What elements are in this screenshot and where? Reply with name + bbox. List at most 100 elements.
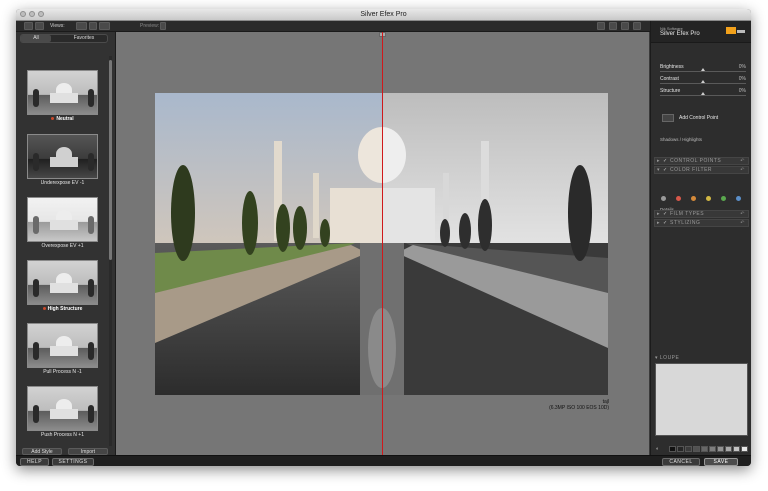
logo-mark-icon	[737, 30, 745, 33]
zone-4[interactable]	[701, 446, 708, 452]
reset-icon[interactable]: ↶	[740, 158, 745, 164]
shadows-highlights-label[interactable]: Shadows / Highlights	[660, 137, 702, 143]
slider-knob[interactable]	[701, 68, 705, 71]
section-control-points[interactable]: ▸ ✓ CONTROL POINTS ↶	[654, 157, 749, 165]
bottom-bar: HELP SETTINGS CANCEL SAVE	[16, 455, 751, 466]
preset-thumbnail	[27, 134, 98, 179]
presets-scrollbar[interactable]	[109, 56, 112, 446]
settings-button[interactable]: SETTINGS	[52, 458, 94, 466]
add-control-point-icon[interactable]	[662, 114, 674, 122]
cancel-button[interactable]: CANCEL	[662, 458, 700, 466]
preset-thumbnail	[27, 70, 98, 115]
preview-area[interactable]: tajl (6.3MP ISO 100 EOS 10D)	[116, 32, 649, 455]
filter-blue-button[interactable]	[736, 196, 741, 201]
toolbar: Views: Preview:	[16, 21, 751, 32]
presets-panel: All Favorites Neutral Underexpose EV -1 …	[16, 32, 116, 455]
split-line[interactable]	[382, 32, 383, 455]
import-button[interactable]: Import	[68, 448, 108, 455]
slider-value: 0%	[738, 88, 746, 94]
zone-1[interactable]	[677, 446, 684, 452]
app-window: Silver Efex Pro Views: Preview: All Favo…	[16, 9, 751, 466]
scrollbar-thumb[interactable]	[109, 60, 112, 260]
preset-label: Pull Process N -1	[43, 369, 82, 375]
preset-label: Underexpose EV -1	[40, 180, 85, 186]
zone-3[interactable]	[693, 446, 700, 452]
hand-tool-icon[interactable]	[597, 22, 605, 30]
zone-system-icon[interactable]: ◐	[655, 446, 662, 452]
reset-icon[interactable]: ↶	[740, 220, 745, 226]
structure-slider[interactable]: Structure 0%	[660, 88, 746, 101]
enable-checkmark-icon[interactable]: ✓	[663, 158, 668, 164]
preset-thumbnail	[27, 197, 98, 242]
preset-underexpose[interactable]: Underexpose EV -1	[27, 134, 98, 187]
nik-logo-icon	[726, 27, 736, 34]
add-style-button[interactable]: Add Style	[22, 448, 62, 455]
save-button[interactable]: SAVE	[704, 458, 738, 466]
zone-9[interactable]	[741, 446, 748, 452]
preset-thumbnail	[27, 323, 98, 368]
slider-knob[interactable]	[701, 80, 705, 83]
view-split-button[interactable]	[89, 22, 97, 30]
reset-icon[interactable]: ↶	[740, 167, 745, 173]
slider-track	[660, 71, 746, 72]
slider-value: 0%	[738, 76, 746, 82]
expand-triangle-icon: ▸	[657, 220, 661, 226]
collapse-triangle-icon: ▾	[657, 167, 661, 173]
enable-checkmark-icon[interactable]: ✓	[663, 220, 668, 226]
filter-green-button[interactable]	[721, 196, 726, 201]
brand-product: Silver Efex Pro	[660, 31, 700, 37]
preset-tabs: All Favorites	[20, 34, 108, 43]
expand-triangle-icon: ▸	[657, 158, 661, 164]
section-film-types[interactable]: ▸ ✓ FILM TYPES ↶	[654, 210, 749, 218]
slider-label: Structure	[660, 88, 681, 94]
loupe-view	[655, 363, 748, 436]
zoom-tool-icon[interactable]	[609, 22, 617, 30]
compare-icon[interactable]	[633, 22, 641, 30]
preset-label: Overexpose EV +1	[41, 243, 84, 249]
zone-8[interactable]	[733, 446, 740, 452]
section-stylizing[interactable]: ▸ ✓ STYLIZING ↶	[654, 219, 749, 227]
favorite-dot-icon	[51, 117, 55, 121]
zone-2[interactable]	[685, 446, 692, 452]
zone-7[interactable]	[725, 446, 732, 452]
tab-all[interactable]: All	[21, 35, 51, 42]
preset-pull-process[interactable]: Pull Process N -1	[27, 323, 98, 376]
filter-yellow-button[interactable]	[706, 196, 711, 201]
slider-track	[660, 95, 746, 96]
tab-favorites[interactable]: Favorites	[61, 35, 107, 42]
loupe-header[interactable]: ▾ LOUPE	[655, 355, 679, 361]
slider-knob[interactable]	[701, 92, 705, 95]
image-exif: (6.3MP ISO 100 EOS 10D)	[549, 405, 609, 411]
add-control-point-label[interactable]: Add Control Point	[679, 115, 718, 121]
zone-5[interactable]	[709, 446, 716, 452]
zone-6[interactable]	[717, 446, 724, 452]
preset-neutral[interactable]: Neutral	[27, 70, 98, 123]
section-color-filter[interactable]: ▾ ✓ COLOR FILTER ↶	[654, 166, 749, 174]
slider-track	[660, 83, 746, 84]
view-side-by-side-button[interactable]	[99, 22, 110, 30]
preview-checkbox[interactable]	[160, 22, 166, 30]
background-color-icon[interactable]	[621, 22, 629, 30]
reset-icon[interactable]: ↶	[740, 211, 745, 217]
adjustments-panel: Nik Software Silver Efex Pro Brightness …	[650, 21, 751, 455]
preset-push-process[interactable]: Push Process N +1	[27, 386, 98, 439]
help-button[interactable]: HELP	[20, 458, 49, 466]
filter-orange-button[interactable]	[691, 196, 696, 201]
image-info: tajl (6.3MP ISO 100 EOS 10D)	[549, 399, 609, 411]
preset-overexpose[interactable]: Overexpose EV +1	[27, 197, 98, 250]
zone-0[interactable]	[669, 446, 676, 452]
favorite-dot-icon	[42, 307, 46, 311]
thumbnail-view-icon[interactable]	[35, 22, 44, 30]
preset-label: Push Process N +1	[41, 432, 84, 438]
title-bar: Silver Efex Pro	[16, 9, 751, 21]
enable-checkmark-icon[interactable]: ✓	[663, 167, 668, 173]
view-single-button[interactable]	[76, 22, 87, 30]
filter-neutral-button[interactable]	[661, 196, 666, 201]
preset-high-structure[interactable]: High Structure	[27, 260, 98, 313]
single-view-icon[interactable]	[24, 22, 33, 30]
slider-label: Contrast	[660, 76, 679, 82]
filter-red-button[interactable]	[676, 196, 681, 201]
slider-label: Brightness	[660, 64, 684, 70]
preset-thumbnail	[27, 260, 98, 305]
enable-checkmark-icon[interactable]: ✓	[663, 211, 668, 217]
